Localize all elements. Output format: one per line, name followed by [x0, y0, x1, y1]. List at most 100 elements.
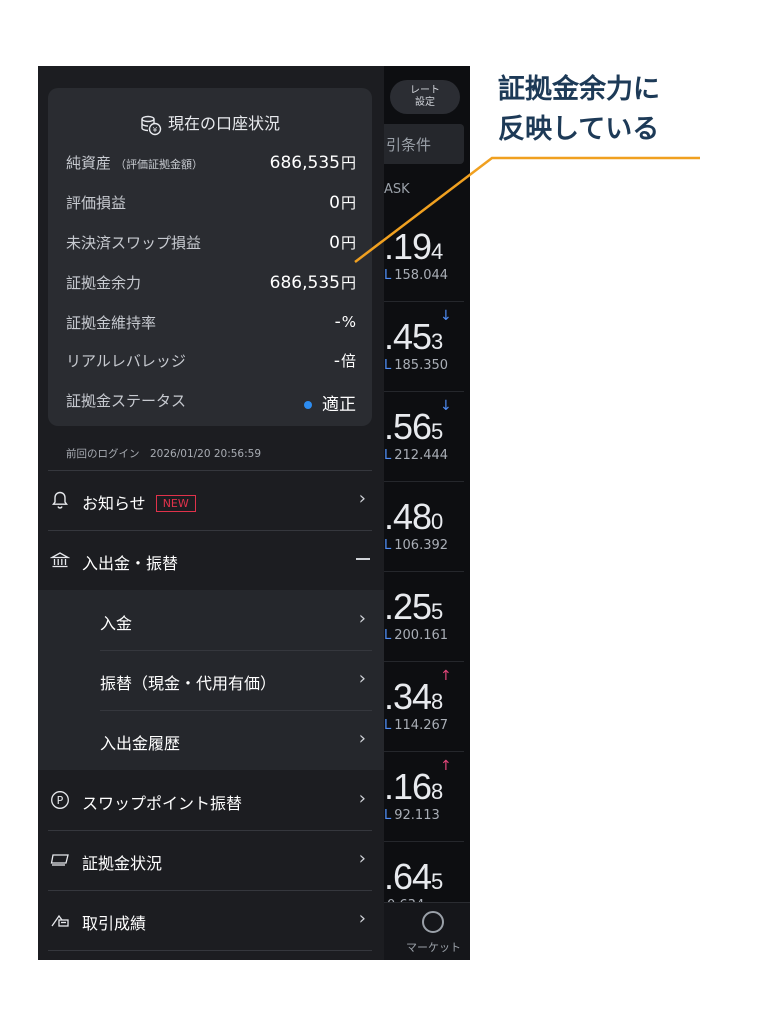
status-row-value: 0	[329, 233, 340, 253]
status-row: 証拠金ステータス 適正	[66, 390, 356, 415]
low-prefix: L	[384, 448, 392, 463]
divider	[48, 890, 372, 891]
trade-results-icon	[51, 914, 69, 927]
menu-deposit-transfer-group[interactable]: 入出金・振替	[38, 530, 384, 590]
ask-price-pip: 4	[431, 239, 443, 264]
chevron-right-icon: ›	[358, 608, 366, 629]
low-price-value: 92.113	[394, 808, 440, 823]
annotation-line-2: 反映している	[498, 114, 660, 145]
coins-yen-icon: ¥	[141, 115, 162, 135]
status-row-label-wrap: 証拠金維持率	[66, 312, 156, 333]
status-row-label: 評価損益	[66, 194, 127, 212]
margin-card-icon	[50, 854, 69, 866]
status-row-sublabel: （評価証拠金額）	[115, 158, 204, 171]
low-prefix: L	[384, 718, 392, 733]
rate-row[interactable]: .480 L 106.392	[384, 482, 464, 572]
status-row-label-wrap: 証拠金ステータス	[66, 390, 186, 411]
menu-trade-results[interactable]: 取引成績 ›	[38, 890, 384, 950]
low-price-value: 158.044	[394, 268, 449, 283]
ask-price: .480	[384, 496, 443, 538]
chevron-right-icon: ›	[358, 728, 366, 749]
status-row: リアルレバレッジ -倍	[66, 350, 356, 374]
market-tab-label: マーケット	[406, 941, 461, 954]
svg-text:¥: ¥	[153, 126, 158, 134]
last-login-text: 前回のログイン 2026/01/20 20:56:59	[66, 448, 262, 460]
ask-price-main: .45	[384, 316, 432, 357]
bell-icon	[52, 491, 68, 509]
low-price-value: 114.267	[394, 718, 449, 733]
menu-deposit-label: 入金	[100, 614, 133, 633]
chevron-right-icon: ›	[358, 788, 366, 809]
status-row-value: 686,535	[269, 153, 340, 173]
status-row-unit: 倍	[340, 352, 356, 370]
rate-row[interactable]: .194 L 158.044	[384, 212, 464, 302]
ask-price: .168	[384, 766, 443, 808]
low-prefix: L	[384, 358, 392, 373]
ask-price: .194	[384, 226, 443, 268]
menu-deposit-history[interactable]: 入出金履歴 ›	[38, 710, 384, 770]
svg-text:P: P	[57, 794, 64, 807]
low-price: L 158.044	[384, 268, 448, 283]
menu-margin-status[interactable]: 証拠金状況 ›	[38, 830, 384, 890]
ask-price-main: .56	[384, 406, 432, 447]
status-row-value-wrap: 0円	[329, 232, 356, 253]
menu-transfer-label: 振替（現金・代用有価）	[100, 674, 277, 693]
status-row-unit: 円	[340, 194, 356, 212]
new-badge: NEW	[155, 495, 196, 512]
menu-deposit-transfer-label: 入出金・振替	[82, 554, 179, 573]
account-status-title: ¥ 現在の口座状況	[48, 110, 372, 136]
rate-row[interactable]: ↓ .565 L 212.444	[384, 392, 464, 482]
status-row-value-wrap: -%	[335, 312, 356, 332]
ask-price-main: .64	[384, 856, 432, 897]
status-row-label: 純資産	[66, 154, 112, 172]
rate-row[interactable]: .255 L 200.161	[384, 572, 464, 662]
status-row-unit: 円	[340, 274, 356, 292]
menu-swap-point-transfer[interactable]: P スワップポイント振替 ›	[38, 770, 384, 830]
ask-price: .255	[384, 586, 443, 628]
rate-row[interactable]: ↑ .348 L 114.267	[384, 662, 464, 752]
status-row-label-wrap: 未決済スワップ損益	[66, 232, 201, 253]
low-price-value: 212.444	[394, 448, 449, 463]
chevron-right-icon: ›	[358, 848, 366, 869]
status-row-value: -	[333, 351, 340, 371]
status-row-value-wrap: 0円	[329, 192, 356, 213]
menu-margin-status-label: 証拠金状況	[82, 854, 163, 873]
rate-settings-button[interactable]: レート 設定	[390, 80, 460, 114]
menu-deposit[interactable]: 入金 ›	[38, 590, 384, 650]
ask-price: .453	[384, 316, 443, 358]
status-row-value: 適正	[322, 395, 356, 415]
rate-row[interactable]: ↑ .168 L 92.113	[384, 752, 464, 842]
ask-price-pip: 3	[431, 329, 443, 354]
status-row-label-wrap: リアルレバレッジ	[66, 350, 186, 371]
low-prefix: L	[384, 628, 392, 643]
ask-price-pip: 5	[431, 419, 443, 444]
status-row-unit: 円	[340, 234, 356, 252]
ask-price-main: .48	[384, 496, 432, 537]
chevron-right-icon: ›	[358, 668, 366, 689]
status-row-label: 未決済スワップ損益	[66, 234, 202, 252]
low-price: L 200.161	[384, 628, 448, 643]
bank-icon	[50, 552, 70, 568]
status-row-unit: 円	[340, 154, 356, 172]
status-row-value: 0	[329, 193, 340, 213]
menu-notice[interactable]: お知らせ NEW ›	[38, 470, 384, 530]
divider	[48, 470, 372, 471]
market-tab[interactable]: マーケット	[384, 902, 470, 960]
status-row-value: -	[334, 312, 341, 332]
status-row-label: 証拠金余力	[66, 274, 142, 292]
divider	[48, 950, 372, 951]
status-row-label-wrap: 評価損益	[66, 192, 126, 213]
trade-condition-tab[interactable]: 引条件	[372, 124, 464, 164]
menu-transfer[interactable]: 振替（現金・代用有価） ›	[38, 650, 384, 710]
status-row: 証拠金余力 686,535円	[66, 272, 356, 296]
ask-price-pip: 0	[431, 509, 443, 534]
divider	[100, 710, 372, 711]
low-prefix: L	[384, 268, 392, 283]
ask-price-main: .19	[384, 226, 432, 267]
collapse-minus-icon	[356, 558, 370, 560]
status-row-value-wrap: -倍	[334, 350, 356, 371]
low-price: L 212.444	[384, 448, 448, 463]
status-row-value-wrap: 適正	[304, 390, 356, 415]
rate-row[interactable]: ↓ .453 L 185.350	[384, 302, 464, 392]
menu-notice-label: お知らせ	[82, 494, 146, 513]
